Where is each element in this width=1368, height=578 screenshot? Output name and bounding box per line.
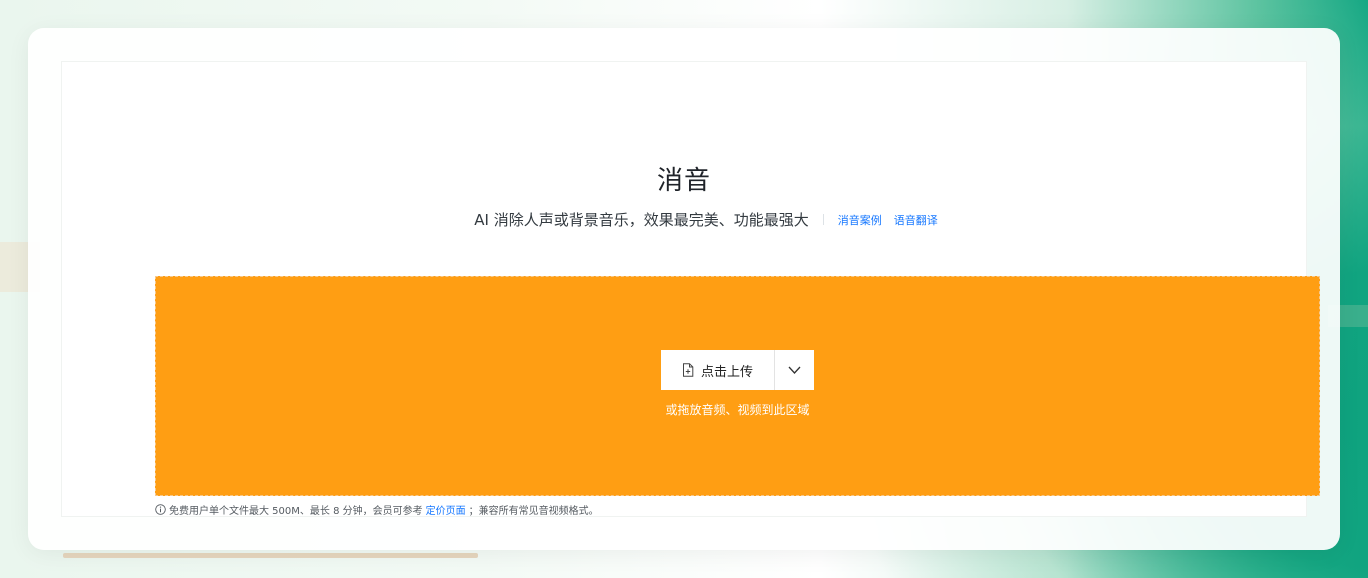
main-card: 消音 AI 消除人声或背景音乐，效果最完美、功能最强大 消音案例 语音翻译 点击… xyxy=(28,28,1340,550)
info-icon xyxy=(155,504,166,515)
subtitle-row: AI 消除人声或背景音乐，效果最完美、功能最强大 消音案例 语音翻译 xyxy=(90,209,1334,230)
file-plus-icon xyxy=(682,363,694,377)
upload-dropzone[interactable]: 点击上传 或拖放音频、视频到此区域 xyxy=(155,276,1320,496)
upload-button-label: 点击上传 xyxy=(700,364,753,380)
page-title: 消音 xyxy=(656,166,711,196)
content-panel: 消音 AI 消除人声或背景音乐，效果最完美、功能最强大 消音案例 语音翻译 点击… xyxy=(61,61,1320,517)
drop-hint: 或拖放音频、视频到此区域 xyxy=(665,403,810,417)
upload-button-group: 点击上传 xyxy=(661,350,814,390)
upload-note: 免费用户单个文件最大 500M、最长 8 分钟，会员可参考 定价页面 ；兼容所有常见… xyxy=(155,502,599,517)
chevron-down-icon xyxy=(788,366,801,374)
page-subtitle: AI 消除人声或背景音乐，效果最完美、功能最强大 xyxy=(474,211,809,229)
note-suffix: ；兼容所有常见音视频格式。 xyxy=(468,506,599,517)
pricing-page-link[interactable]: 定价页面 xyxy=(426,502,466,517)
link-denoise-examples[interactable]: 消音案例 xyxy=(838,212,882,228)
link-voice-translation[interactable]: 语音翻译 xyxy=(894,212,938,228)
bottom-strip xyxy=(63,553,478,558)
upload-dropdown-button[interactable] xyxy=(775,350,814,390)
subtitle-divider xyxy=(822,214,824,225)
upload-button[interactable]: 点击上传 xyxy=(661,350,774,390)
note-prefix: 免费用户单个文件最大 500M、最长 8 分钟，会员可参考 xyxy=(169,506,423,517)
